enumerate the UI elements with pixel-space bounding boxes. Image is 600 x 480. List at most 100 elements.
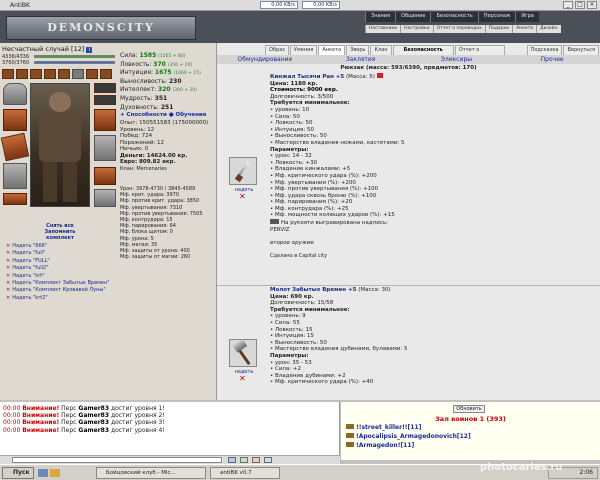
stat-extra: (1505 + 80): [158, 54, 186, 59]
abilities-training-links[interactable]: + Способности ● Обучение: [120, 112, 207, 120]
set-label[interactable]: Надеть "krt": [12, 273, 44, 279]
task-button[interactable]: Бойцовский клуб - Mic...: [96, 467, 206, 479]
boots-icon[interactable]: [94, 189, 116, 207]
submenu-design[interactable]: Дизайн: [536, 25, 561, 33]
remove-set-icon[interactable]: ✕: [6, 243, 10, 249]
set-label[interactable]: Надеть "666": [12, 243, 47, 249]
set-label[interactable]: Надеть "Комплект Кровавой Луны": [12, 287, 105, 293]
smile-icon[interactable]: [240, 457, 248, 463]
remove-set-icon[interactable]: ✕: [6, 287, 10, 293]
clear-icon[interactable]: [252, 457, 260, 463]
earring-slot-icon[interactable]: [94, 83, 116, 93]
ring-slot-icon[interactable]: [44, 69, 56, 79]
refresh-button[interactable]: Обновить: [453, 405, 485, 413]
ring-slot-icon[interactable]: [30, 69, 42, 79]
task-button[interactable]: antiBK v0.7: [210, 467, 280, 479]
chat-nick[interactable]: Gamer83: [78, 405, 109, 412]
weapon-icon[interactable]: [0, 132, 30, 162]
player-entry[interactable]: !Armagedon![11]: [346, 442, 414, 450]
set-item[interactable]: ✕ Надеть "666": [6, 243, 110, 250]
player-name[interactable]: !!street_killer!![11]: [356, 424, 421, 431]
remove-set-icon[interactable]: ✕: [6, 265, 10, 271]
player-entry[interactable]: !Apocalipsis_Armagedonovich[12]: [346, 433, 471, 441]
chat-input[interactable]: [12, 457, 222, 463]
submenu-mentors[interactable]: Наставники: [365, 25, 401, 33]
ring-slot-icon[interactable]: [16, 69, 28, 79]
player-name[interactable]: !Apocalipsis_Armagedonovich[12]: [356, 433, 471, 440]
set-item[interactable]: ✕ Надеть "krt": [6, 273, 110, 280]
maximize-icon[interactable]: □: [575, 1, 585, 9]
belt-icon[interactable]: [3, 193, 27, 205]
chat-text: достиг уровня 3!: [110, 419, 165, 427]
chat-nick[interactable]: Gamer83: [78, 419, 109, 426]
chat-nick[interactable]: Gamer83: [78, 412, 109, 419]
set-label[interactable]: Надеть "full": [12, 250, 45, 256]
menu-knowledge[interactable]: Знания: [365, 12, 396, 22]
character-name[interactable]: Несчастный случай: [2, 45, 69, 53]
menu-game[interactable]: Игра: [515, 12, 539, 22]
submenu-gifts[interactable]: Подарки: [484, 25, 513, 33]
player-name[interactable]: !Armagedon![11]: [356, 442, 414, 449]
delete-item-icon[interactable]: ✕: [239, 192, 246, 201]
start-button[interactable]: Пуск: [2, 467, 34, 479]
submenu-profile[interactable]: Анкета: [512, 25, 537, 33]
remove-set-icon[interactable]: ✕: [6, 295, 10, 301]
close-icon[interactable]: ×: [587, 1, 597, 9]
stat-value: 1585: [139, 52, 157, 59]
category-equipment[interactable]: Обмундирование: [217, 55, 313, 64]
remove-set-icon[interactable]: ✕: [6, 258, 10, 264]
menu-security[interactable]: Безопасность: [430, 12, 478, 22]
category-spells[interactable]: Заклятия: [313, 55, 409, 64]
category-elixirs[interactable]: Эликсиры: [409, 55, 505, 64]
send-icon[interactable]: [228, 457, 236, 463]
set-item[interactable]: ✕ Надеть "FULL": [6, 258, 110, 265]
set-label[interactable]: Надеть "FULL": [12, 258, 50, 264]
character-avatar[interactable]: [30, 83, 90, 207]
submenu-transfers[interactable]: Отчет о переводах: [432, 25, 485, 33]
rune-slot-icon[interactable]: [100, 69, 112, 79]
remove-set-icon[interactable]: ✕: [6, 280, 10, 286]
remove-set-icon[interactable]: ✕: [6, 273, 10, 279]
category-other[interactable]: Прочее: [504, 55, 600, 64]
item-mass: (Масса: 5): [345, 74, 375, 80]
remove-set-icon[interactable]: ✕: [6, 250, 10, 256]
hammer-icon[interactable]: [229, 339, 257, 367]
ring-slot-icon[interactable]: [2, 69, 14, 79]
bracers-icon[interactable]: [3, 109, 27, 131]
player-entry[interactable]: !!street_killer!![11]: [346, 424, 421, 432]
set-label[interactable]: Надеть "krt2": [12, 295, 48, 301]
item-line: • Ловкость: 50: [270, 120, 313, 127]
amulet-slot-icon[interactable]: [72, 69, 84, 79]
item-name[interactable]: Кинжал Тысячи Ран +5: [270, 74, 344, 80]
shield-icon[interactable]: [94, 135, 116, 161]
necklace-slot-icon[interactable]: [94, 95, 116, 105]
set-label[interactable]: Надеть "full2": [12, 265, 48, 271]
delete-item-icon[interactable]: ✕: [239, 374, 246, 383]
quicklaunch-icon[interactable]: [38, 469, 48, 477]
armor-icon[interactable]: [3, 163, 27, 189]
filter-icon[interactable]: [264, 457, 272, 463]
menu-communication[interactable]: Общение: [395, 12, 431, 22]
dagger-icon[interactable]: [229, 157, 257, 185]
set-item[interactable]: ✕ Надеть "krt2": [6, 295, 110, 302]
menu-character[interactable]: Персонаж: [477, 12, 516, 22]
info-icon[interactable]: i: [86, 47, 93, 53]
set-item[interactable]: ✕ Надеть "full": [6, 250, 110, 257]
ring-slot-icon[interactable]: [58, 69, 70, 79]
set-actions: Снять все Запомнить комплект: [30, 223, 90, 241]
helmet-icon[interactable]: [3, 83, 27, 105]
chat-nick[interactable]: Gamer83: [78, 427, 109, 434]
quicklaunch-icon[interactable]: [50, 469, 60, 477]
pants-icon[interactable]: [94, 167, 116, 185]
item-name[interactable]: Молот Забытых Времен +5: [270, 287, 356, 293]
chat-panel[interactable]: 00:00 Внимание! Перс Gamer83 достиг уров…: [0, 402, 340, 460]
set-label[interactable]: Надеть "Комплект Забытых Времен": [12, 280, 109, 286]
minimize-icon[interactable]: _: [563, 1, 573, 9]
remember-set-link[interactable]: Запомнить комплект: [30, 229, 90, 241]
gloves-icon[interactable]: [94, 109, 116, 131]
chat-input-bar[interactable]: [0, 455, 340, 464]
set-item[interactable]: ✕ Надеть "Комплект Кровавой Луны": [6, 287, 110, 294]
set-item[interactable]: ✕ Надеть "full2": [6, 265, 110, 272]
submenu-settings[interactable]: Настройки: [400, 25, 433, 33]
rune-slot-icon[interactable]: [86, 69, 98, 79]
